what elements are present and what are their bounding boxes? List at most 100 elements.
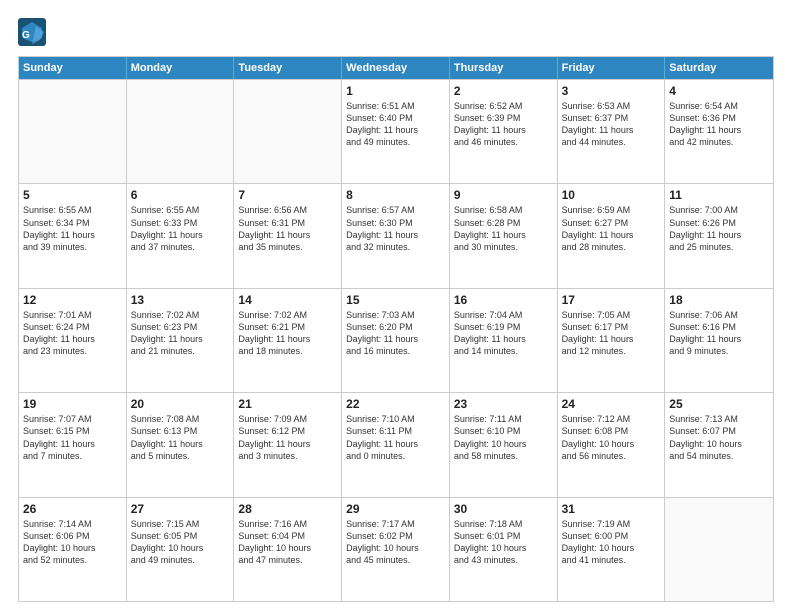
day-cell-2: 2Sunrise: 6:52 AM Sunset: 6:39 PM Daylig… xyxy=(450,80,558,183)
day-number: 26 xyxy=(23,502,122,516)
day-cell-empty-0-1 xyxy=(127,80,235,183)
day-number: 20 xyxy=(131,397,230,411)
logo-icon: G xyxy=(18,18,46,46)
day-number: 8 xyxy=(346,188,445,202)
day-number: 17 xyxy=(562,293,661,307)
day-number: 19 xyxy=(23,397,122,411)
day-info: Sunrise: 6:58 AM Sunset: 6:28 PM Dayligh… xyxy=(454,204,553,253)
day-info: Sunrise: 7:05 AM Sunset: 6:17 PM Dayligh… xyxy=(562,309,661,358)
day-number: 18 xyxy=(669,293,769,307)
day-number: 14 xyxy=(238,293,337,307)
day-number: 15 xyxy=(346,293,445,307)
day-number: 29 xyxy=(346,502,445,516)
day-cell-20: 20 Sunrise: 7:08 AM Sunset: 6:13 PM Dayli… xyxy=(127,393,235,496)
day-cell-27: 27 Sunrise: 7:15 AM Sunset: 6:05 PM Dayli… xyxy=(127,498,235,601)
day-info: Sunrise: 7:07 AM Sunset: 6:15 PM Dayligh… xyxy=(23,413,122,462)
day-cell-21: 21Sunrise: 7:09 AM Sunset: 6:12 PM Dayli… xyxy=(234,393,342,496)
day-cell-1: 1 Sunrise: 6:51 AM Sunset: 6:40 PM Daylig… xyxy=(342,80,450,183)
day-cell-3: 3 Sunrise: 6:53 AM Sunset: 6:37 PM Daylig… xyxy=(558,80,666,183)
calendar-row-1: 5 Sunrise: 6:55 AM Sunset: 6:34 PM Daylig… xyxy=(19,183,773,287)
day-info: Sunrise: 6:53 AM Sunset: 6:37 PM Dayligh… xyxy=(562,100,661,149)
day-number: 5 xyxy=(23,188,122,202)
day-cell-23: 23 Sunrise: 7:11 AM Sunset: 6:10 PM Dayli… xyxy=(450,393,558,496)
day-info: Sunrise: 7:06 AM Sunset: 6:16 PM Dayligh… xyxy=(669,309,769,358)
day-number: 2 xyxy=(454,84,553,98)
day-info: Sunrise: 6:51 AM Sunset: 6:40 PM Dayligh… xyxy=(346,100,445,149)
day-cell-17: 17 Sunrise: 7:05 AM Sunset: 6:17 PM Dayli… xyxy=(558,289,666,392)
day-number: 30 xyxy=(454,502,553,516)
day-number: 7 xyxy=(238,188,337,202)
calendar-row-0: 1 Sunrise: 6:51 AM Sunset: 6:40 PM Daylig… xyxy=(19,79,773,183)
day-number: 1 xyxy=(346,84,445,98)
day-cell-8: 8Sunrise: 6:57 AM Sunset: 6:30 PM Daylig… xyxy=(342,184,450,287)
day-number: 6 xyxy=(131,188,230,202)
page: G SundayMondayTuesdayWednesdayThursdayFr… xyxy=(0,0,792,612)
day-info: Sunrise: 7:11 AM Sunset: 6:10 PM Dayligh… xyxy=(454,413,553,462)
day-cell-6: 6 Sunrise: 6:55 AM Sunset: 6:33 PM Daylig… xyxy=(127,184,235,287)
day-number: 4 xyxy=(669,84,769,98)
day-info: Sunrise: 7:02 AM Sunset: 6:21 PM Dayligh… xyxy=(238,309,337,358)
day-number: 28 xyxy=(238,502,337,516)
day-number: 13 xyxy=(131,293,230,307)
calendar-row-4: 26 Sunrise: 7:14 AM Sunset: 6:06 PM Dayli… xyxy=(19,497,773,601)
weekday-header-friday: Friday xyxy=(558,57,666,79)
weekday-header-monday: Monday xyxy=(127,57,235,79)
day-number: 24 xyxy=(562,397,661,411)
day-info: Sunrise: 7:00 AM Sunset: 6:26 PM Dayligh… xyxy=(669,204,769,253)
day-number: 25 xyxy=(669,397,769,411)
day-info: Sunrise: 7:08 AM Sunset: 6:13 PM Dayligh… xyxy=(131,413,230,462)
day-info: Sunrise: 7:04 AM Sunset: 6:19 PM Dayligh… xyxy=(454,309,553,358)
day-info: Sunrise: 7:16 AM Sunset: 6:04 PM Dayligh… xyxy=(238,518,337,567)
day-cell-12: 12 Sunrise: 7:01 AM Sunset: 6:24 PM Dayli… xyxy=(19,289,127,392)
weekday-header-wednesday: Wednesday xyxy=(342,57,450,79)
day-number: 22 xyxy=(346,397,445,411)
logo: G xyxy=(18,18,49,46)
calendar-header: SundayMondayTuesdayWednesdayThursdayFrid… xyxy=(19,57,773,79)
day-info: Sunrise: 6:54 AM Sunset: 6:36 PM Dayligh… xyxy=(669,100,769,149)
day-info: Sunrise: 7:15 AM Sunset: 6:05 PM Dayligh… xyxy=(131,518,230,567)
day-info: Sunrise: 6:55 AM Sunset: 6:33 PM Dayligh… xyxy=(131,204,230,253)
day-number: 10 xyxy=(562,188,661,202)
day-info: Sunrise: 7:02 AM Sunset: 6:23 PM Dayligh… xyxy=(131,309,230,358)
day-cell-26: 26 Sunrise: 7:14 AM Sunset: 6:06 PM Dayli… xyxy=(19,498,127,601)
day-cell-empty-0-2 xyxy=(234,80,342,183)
day-info: Sunrise: 7:14 AM Sunset: 6:06 PM Dayligh… xyxy=(23,518,122,567)
day-info: Sunrise: 7:19 AM Sunset: 6:00 PM Dayligh… xyxy=(562,518,661,567)
day-cell-9: 9Sunrise: 6:58 AM Sunset: 6:28 PM Daylig… xyxy=(450,184,558,287)
svg-text:G: G xyxy=(22,30,30,41)
day-cell-5: 5 Sunrise: 6:55 AM Sunset: 6:34 PM Daylig… xyxy=(19,184,127,287)
day-number: 12 xyxy=(23,293,122,307)
day-cell-24: 24Sunrise: 7:12 AM Sunset: 6:08 PM Dayli… xyxy=(558,393,666,496)
weekday-header-sunday: Sunday xyxy=(19,57,127,79)
day-info: Sunrise: 7:18 AM Sunset: 6:01 PM Dayligh… xyxy=(454,518,553,567)
calendar-body: 1 Sunrise: 6:51 AM Sunset: 6:40 PM Daylig… xyxy=(19,79,773,601)
day-number: 21 xyxy=(238,397,337,411)
day-cell-25: 25 Sunrise: 7:13 AM Sunset: 6:07 PM Dayli… xyxy=(665,393,773,496)
day-number: 23 xyxy=(454,397,553,411)
day-info: Sunrise: 7:01 AM Sunset: 6:24 PM Dayligh… xyxy=(23,309,122,358)
day-number: 3 xyxy=(562,84,661,98)
day-info: Sunrise: 6:55 AM Sunset: 6:34 PM Dayligh… xyxy=(23,204,122,253)
day-info: Sunrise: 6:56 AM Sunset: 6:31 PM Dayligh… xyxy=(238,204,337,253)
day-info: Sunrise: 6:59 AM Sunset: 6:27 PM Dayligh… xyxy=(562,204,661,253)
day-info: Sunrise: 7:13 AM Sunset: 6:07 PM Dayligh… xyxy=(669,413,769,462)
day-info: Sunrise: 7:03 AM Sunset: 6:20 PM Dayligh… xyxy=(346,309,445,358)
day-cell-29: 29Sunrise: 7:17 AM Sunset: 6:02 PM Dayli… xyxy=(342,498,450,601)
day-cell-15: 15 Sunrise: 7:03 AM Sunset: 6:20 PM Dayli… xyxy=(342,289,450,392)
weekday-header-thursday: Thursday xyxy=(450,57,558,79)
day-number: 16 xyxy=(454,293,553,307)
day-cell-30: 30 Sunrise: 7:18 AM Sunset: 6:01 PM Dayli… xyxy=(450,498,558,601)
calendar-row-3: 19 Sunrise: 7:07 AM Sunset: 6:15 PM Dayli… xyxy=(19,392,773,496)
day-info: Sunrise: 7:10 AM Sunset: 6:11 PM Dayligh… xyxy=(346,413,445,462)
day-cell-16: 16 Sunrise: 7:04 AM Sunset: 6:19 PM Dayli… xyxy=(450,289,558,392)
day-cell-14: 14 Sunrise: 7:02 AM Sunset: 6:21 PM Dayli… xyxy=(234,289,342,392)
day-number: 31 xyxy=(562,502,661,516)
weekday-header-tuesday: Tuesday xyxy=(234,57,342,79)
day-cell-10: 10 Sunrise: 6:59 AM Sunset: 6:27 PM Dayli… xyxy=(558,184,666,287)
day-cell-31: 31 Sunrise: 7:19 AM Sunset: 6:00 PM Dayli… xyxy=(558,498,666,601)
day-number: 11 xyxy=(669,188,769,202)
day-cell-28: 28 Sunrise: 7:16 AM Sunset: 6:04 PM Dayli… xyxy=(234,498,342,601)
day-cell-22: 22 Sunrise: 7:10 AM Sunset: 6:11 PM Dayli… xyxy=(342,393,450,496)
day-number: 27 xyxy=(131,502,230,516)
day-cell-19: 19 Sunrise: 7:07 AM Sunset: 6:15 PM Dayli… xyxy=(19,393,127,496)
